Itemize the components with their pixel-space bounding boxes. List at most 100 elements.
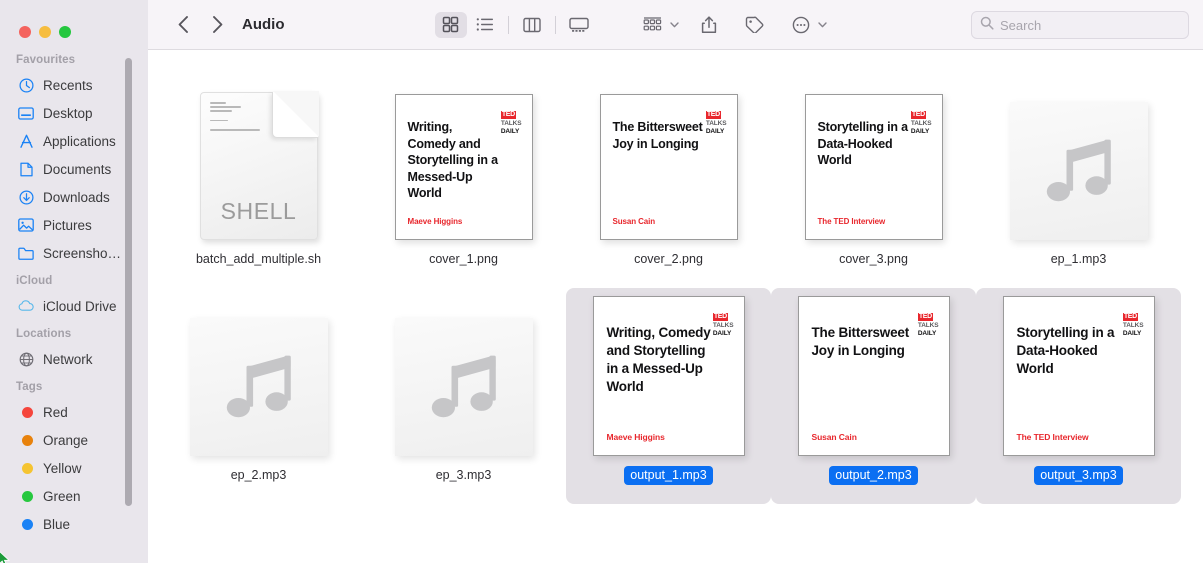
podcast-cover-art: TED TALKS DAILY Storytelling in a Data-Hook…: [1002, 296, 1155, 456]
ted-logo-line1: TED: [705, 110, 721, 119]
finder-window: Favourites Recents Desktop Applications Docu…: [0, 0, 1203, 563]
sidebar-item-label: Orange: [43, 432, 89, 448]
tag-color-swatch: [21, 434, 33, 446]
file-thumbnail: TED TALKS DAILY Storytelling in a Data-Hook…: [794, 80, 954, 240]
file-name-label[interactable]: cover_3.png: [833, 250, 914, 269]
back-button[interactable]: [166, 10, 200, 40]
sidebar-item-label: Green: [43, 488, 81, 504]
file-item[interactable]: TED TALKS DAILY Storytelling in a Data-Hook…: [771, 72, 976, 288]
chevron-down-icon: [669, 21, 679, 28]
main-area: Audio Search SHELL batch_add_multiple.sh…: [148, 0, 1203, 563]
ted-logo-line3: DAILY: [712, 329, 732, 337]
music-note-icon: [226, 355, 291, 418]
file-item[interactable]: SHELL batch_add_multiple.sh: [156, 72, 361, 288]
sidebar-item-label: iCloud Drive: [43, 298, 117, 314]
ted-logo-line3: DAILY: [917, 329, 937, 337]
icon-view-button[interactable]: [434, 11, 467, 38]
sidebar-scrollbar[interactable]: [125, 58, 132, 506]
file-item[interactable]: TED TALKS DAILY The Bittersweet Joy in Long…: [771, 288, 976, 504]
traffic-lights: [0, 0, 148, 46]
close-button[interactable]: [19, 26, 31, 38]
group-by-button[interactable]: [637, 12, 679, 38]
forward-button[interactable]: [200, 10, 234, 40]
file-name-label[interactable]: cover_2.png: [628, 250, 709, 269]
group-icon: [637, 12, 669, 38]
file-item[interactable]: TED TALKS DAILY The Bittersweet Joy in Long…: [566, 72, 771, 288]
file-name-label[interactable]: output_2.mp3: [829, 466, 918, 485]
share-button[interactable]: [693, 12, 725, 38]
file-thumbnail: TED TALKS DAILY Storytelling in a Data-Hook…: [999, 296, 1159, 456]
file-item[interactable]: ep_1.mp3: [976, 72, 1181, 288]
search-input[interactable]: [1000, 17, 1180, 33]
ted-logo-line2: TALKS: [910, 120, 932, 127]
cover-author: Maeve Higgins: [407, 217, 463, 226]
file-thumbnail: TED TALKS DAILY Writing, Comedy and Storyte…: [384, 80, 544, 240]
music-note-icon: [1046, 139, 1111, 202]
podcast-cover-art: TED TALKS DAILY The Bittersweet Joy in Long…: [797, 296, 950, 456]
pictures-icon: [18, 217, 34, 233]
view-switcher: [434, 11, 595, 38]
file-name-label[interactable]: ep_1.mp3: [1045, 250, 1113, 269]
file-item[interactable]: TED TALKS DAILY Writing, Comedy and Storyte…: [566, 288, 771, 504]
tag-dot-icon: [18, 404, 34, 420]
cover-title: Writing, Comedy and Storytelling in a Me…: [606, 325, 711, 394]
sidebar-item-blue[interactable]: Blue: [0, 510, 148, 538]
file-item[interactable]: TED TALKS DAILY Storytelling in a Data-Hook…: [976, 288, 1181, 504]
podcast-cover-art: TED TALKS DAILY The Bittersweet Joy in Long…: [599, 94, 738, 240]
cover-author: The TED Interview: [1016, 432, 1089, 442]
file-thumbnail: [384, 296, 544, 456]
file-name-label[interactable]: cover_1.png: [423, 250, 504, 269]
shell-script-icon: SHELL: [199, 91, 319, 240]
tag-color-swatch: [21, 406, 33, 418]
file-grid: SHELL batch_add_multiple.sh TED TALKS DAILY W…: [148, 50, 1203, 563]
minimize-button[interactable]: [39, 26, 51, 38]
list-view-button[interactable]: [469, 12, 501, 38]
file-name-label[interactable]: ep_3.mp3: [430, 466, 498, 485]
audio-file-icon: [189, 318, 328, 456]
sidebar-item-label: Desktop: [43, 105, 93, 121]
cover-author: Susan Cain: [612, 217, 656, 226]
column-view-button[interactable]: [516, 12, 548, 38]
toolbar-divider: [554, 15, 556, 34]
zoom-button[interactable]: [59, 26, 71, 38]
file-item[interactable]: TED TALKS DAILY Writing, Comedy and Storyte…: [361, 72, 566, 288]
cloud-icon: [18, 298, 34, 314]
gallery-view-button[interactable]: [563, 12, 595, 38]
file-thumbnail: TED TALKS DAILY The Bittersweet Joy in Long…: [589, 80, 749, 240]
file-item[interactable]: ep_2.mp3: [156, 288, 361, 504]
tag-dot-icon: [18, 460, 34, 476]
file-name-label[interactable]: output_3.mp3: [1034, 466, 1123, 485]
globe-icon: [18, 351, 34, 367]
cover-title: The Bittersweet Joy in Longing: [811, 325, 910, 358]
search-field[interactable]: [971, 11, 1189, 39]
clock-icon: [18, 77, 34, 93]
podcast-cover-art: TED TALKS DAILY Writing, Comedy and Storyte…: [394, 94, 533, 240]
ted-logo-line2: TALKS: [1122, 322, 1144, 329]
file-name-label[interactable]: ep_2.mp3: [225, 466, 293, 485]
toolbar-actions: [637, 12, 827, 38]
ted-logo-line1: TED: [500, 110, 516, 119]
toolbar: Audio: [148, 0, 1203, 50]
tag-dot-icon: [18, 488, 34, 504]
cover-title: The Bittersweet Joy in Longing: [612, 120, 703, 151]
page-title: Audio: [242, 16, 285, 33]
file-item[interactable]: ep_3.mp3: [361, 288, 566, 504]
cover-title: Storytelling in a Data-Hooked World: [1016, 325, 1115, 376]
tag-button[interactable]: [739, 12, 771, 38]
file-name-label[interactable]: output_1.mp3: [624, 466, 713, 485]
file-name-label[interactable]: batch_add_multiple.sh: [190, 250, 327, 269]
ted-logo-line2: TALKS: [712, 322, 734, 329]
sidebar-item-label: Yellow: [43, 460, 82, 476]
ted-logo-icon: TED TALKS DAILY: [917, 306, 939, 337]
tag-color-swatch: [21, 518, 33, 530]
page-fold: [271, 91, 319, 138]
toolbar-divider: [507, 15, 509, 34]
audio-file-icon: [1009, 102, 1148, 240]
ted-logo-icon: TED TALKS DAILY: [910, 104, 932, 135]
more-button[interactable]: [785, 12, 827, 38]
music-note-icon: [431, 355, 496, 418]
script-preview-lines: [209, 102, 265, 133]
cover-title: Storytelling in a Data-Hooked World: [817, 120, 909, 167]
ted-logo-icon: TED TALKS DAILY: [1122, 306, 1144, 337]
sidebar: Favourites Recents Desktop Applications Docu…: [0, 0, 148, 563]
